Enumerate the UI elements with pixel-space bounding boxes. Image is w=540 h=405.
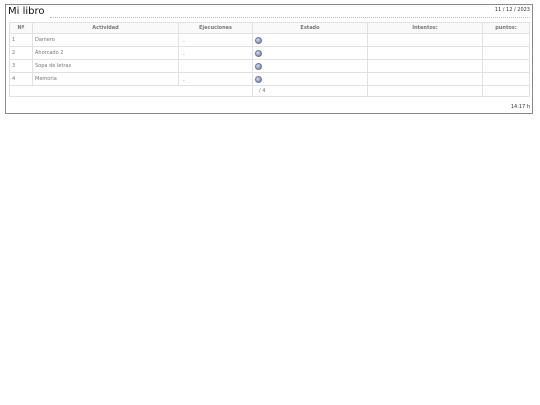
table-row: 1 Damero - — [9, 33, 530, 47]
activity-name: Ahorcado 2 — [32, 46, 179, 60]
page-title: Mi libro — [8, 6, 45, 17]
status-dot-icon — [255, 75, 262, 83]
state-cell — [252, 59, 368, 73]
state-cell — [252, 33, 368, 47]
report-panel: Mi libro 11 / 12 / 2023 Nº Actividad Eje… — [5, 4, 533, 114]
activities-table: Nº Actividad Ejecuciones Estado Intentos… — [9, 22, 530, 97]
col-header-points: puntos: — [482, 22, 530, 34]
points-cell — [482, 33, 530, 47]
attempts-cell — [367, 72, 483, 86]
status-dot-icon — [255, 62, 262, 70]
activity-name: Memoria — [32, 72, 179, 86]
report-header: Mi libro 11 / 12 / 2023 — [6, 5, 532, 20]
activity-name: Damero — [32, 33, 179, 47]
points-cell — [482, 59, 530, 73]
table-row: 2 Ahorcado 2 - — [9, 46, 530, 60]
state-cell — [252, 72, 368, 86]
attempts-cell — [367, 46, 483, 60]
attempts-cell — [367, 59, 483, 73]
state-cell — [252, 46, 368, 60]
row-number: 4 — [9, 72, 33, 86]
activity-name: Sopa de letras — [32, 59, 179, 73]
col-header-attempts: Intentos: — [367, 22, 483, 34]
col-header-executions: Ejecuciones — [178, 22, 253, 34]
col-header-number: Nº — [9, 22, 33, 34]
row-number: 2 — [9, 46, 33, 60]
totals-empty — [367, 85, 483, 97]
executions-cell — [178, 59, 253, 73]
row-number: 1 — [9, 33, 33, 47]
table-row: 3 Sopa de letras — [9, 59, 530, 73]
col-header-activity: Actividad — [32, 22, 179, 34]
table-header-row: Nº Actividad Ejecuciones Estado Intentos… — [9, 22, 530, 34]
attempts-cell — [367, 33, 483, 47]
col-header-state: Estado — [252, 22, 368, 34]
executions-cell: - — [178, 46, 253, 60]
row-number: 3 — [9, 59, 33, 73]
points-cell — [482, 46, 530, 60]
table-row: 4 Memoria - — [9, 72, 530, 86]
report-date: 11 / 12 / 2023 — [494, 7, 530, 13]
report-time: 14:17 h — [510, 104, 530, 110]
executions-cell: - — [178, 72, 253, 86]
executions-value: - — [183, 52, 185, 58]
executions-cell: - — [178, 33, 253, 47]
totals-row: / 4 — [9, 85, 530, 97]
header-divider — [50, 17, 530, 18]
total-count: / 4 — [259, 88, 266, 94]
executions-value: - — [183, 78, 185, 84]
totals-empty — [482, 85, 530, 97]
executions-value: - — [183, 39, 185, 45]
totals-cell: / 4 — [252, 85, 368, 97]
status-dot-icon — [255, 49, 262, 57]
points-cell — [482, 72, 530, 86]
status-dot-icon — [255, 36, 262, 44]
totals-spacer — [9, 85, 253, 97]
